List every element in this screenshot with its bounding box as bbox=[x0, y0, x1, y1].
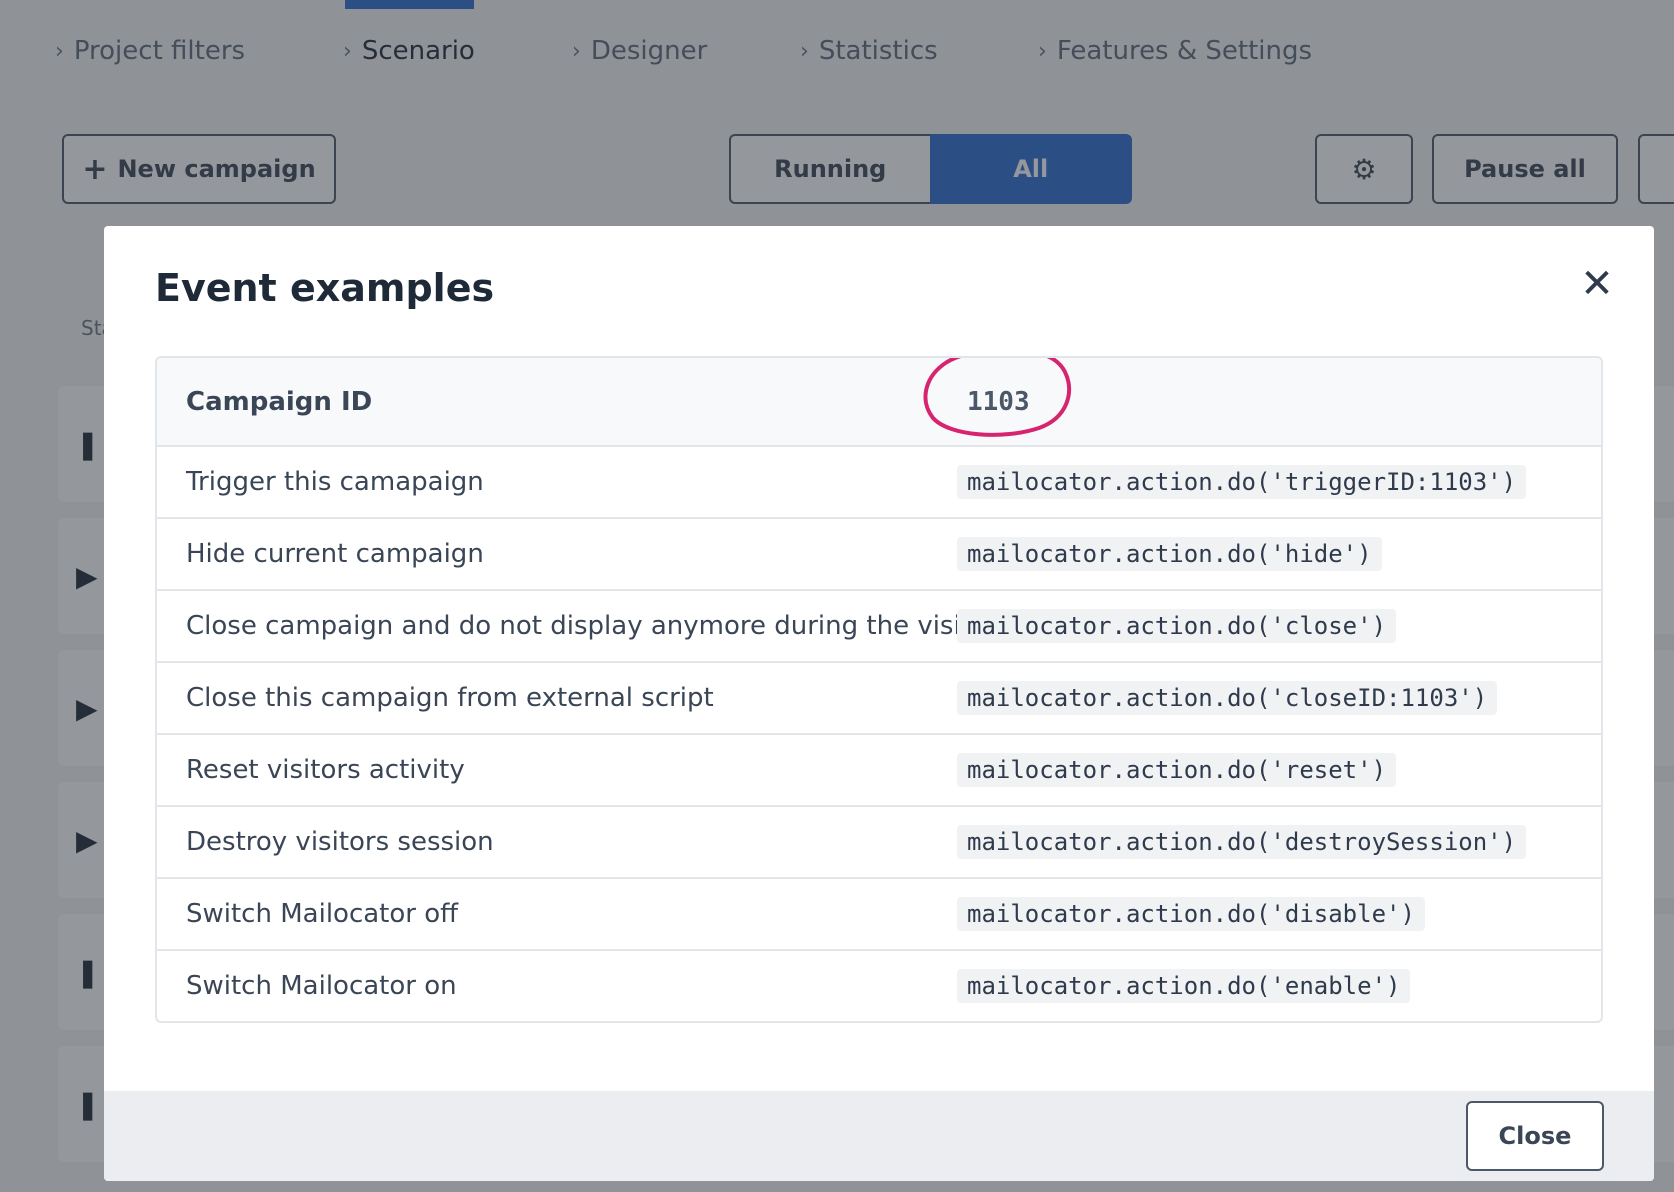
event-label: Switch Mailocator off bbox=[186, 899, 459, 929]
table-row: Hide current campaign mailocator.action.… bbox=[157, 517, 1601, 589]
event-code: mailocator.action.do('hide') bbox=[957, 537, 1382, 571]
table-header-row: Campaign ID 1103 bbox=[157, 358, 1601, 445]
table-row: Switch Mailocator off mailocator.action.… bbox=[157, 877, 1601, 949]
event-code: mailocator.action.do('triggerID:1103') bbox=[957, 465, 1527, 499]
table-row: Reset visitors activity mailocator.actio… bbox=[157, 733, 1601, 805]
modal-footer: Close bbox=[104, 1091, 1654, 1181]
event-examples-table: Campaign ID 1103 Trigger this camapaign … bbox=[155, 356, 1603, 1023]
close-icon[interactable]: ✕ bbox=[1577, 264, 1617, 304]
table-row: Close campaign and do not display anymor… bbox=[157, 589, 1601, 661]
modal-title: Event examples bbox=[155, 266, 495, 310]
event-label: Close campaign and do not display anymor… bbox=[186, 611, 971, 641]
campaign-id-value: 1103 bbox=[967, 386, 1030, 417]
event-code: mailocator.action.do('reset') bbox=[957, 753, 1397, 787]
event-label: Trigger this camapaign bbox=[186, 467, 484, 497]
event-label: Destroy visitors session bbox=[186, 827, 494, 857]
event-code: mailocator.action.do('destroySession') bbox=[957, 825, 1527, 859]
event-label: Switch Mailocator on bbox=[186, 971, 457, 1001]
event-examples-modal: Event examples ✕ Campaign ID 1103 Trigge… bbox=[104, 226, 1654, 1181]
close-button[interactable]: Close bbox=[1466, 1101, 1604, 1171]
event-code: mailocator.action.do('disable') bbox=[957, 897, 1425, 931]
campaign-id-label: Campaign ID bbox=[186, 386, 373, 417]
event-label: Hide current campaign bbox=[186, 539, 484, 569]
table-row: Destroy visitors session mailocator.acti… bbox=[157, 805, 1601, 877]
table-row: Close this campaign from external script… bbox=[157, 661, 1601, 733]
event-code: mailocator.action.do('closeID:1103') bbox=[957, 681, 1498, 715]
table-row: Switch Mailocator on mailocator.action.d… bbox=[157, 949, 1601, 1021]
event-label: Close this campaign from external script bbox=[186, 683, 714, 713]
campaign-id-cell: 1103 bbox=[957, 358, 1030, 445]
table-row: Trigger this camapaign mailocator.action… bbox=[157, 445, 1601, 517]
event-label: Reset visitors activity bbox=[186, 755, 465, 785]
event-code: mailocator.action.do('close') bbox=[957, 609, 1397, 643]
event-code: mailocator.action.do('enable') bbox=[957, 969, 1411, 1003]
